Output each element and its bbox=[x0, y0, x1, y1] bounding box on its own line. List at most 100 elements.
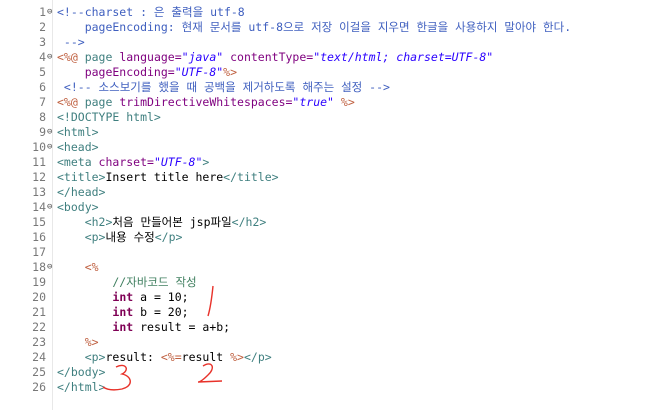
code-line[interactable]: 18 ⊖ <% bbox=[0, 260, 665, 275]
code-token: "true" bbox=[292, 95, 334, 109]
code-token: language= bbox=[119, 50, 182, 64]
code-line[interactable]: 3 --> bbox=[0, 35, 665, 50]
code-line[interactable]: 2 pageEncoding: 현재 문서를 utf-8으로 저장 이걸을 지우… bbox=[0, 20, 665, 35]
code-line[interactable]: 12 <title>Insert title here</title> bbox=[0, 170, 665, 185]
code-line[interactable]: 1 ⊖ <!--charset : 은 출력을 utf-8 bbox=[0, 5, 665, 20]
fold-toggle-icon[interactable]: ⊖ bbox=[47, 50, 55, 65]
code-line[interactable]: 20 int a = 10; bbox=[0, 290, 665, 305]
code-text[interactable]: <p>result: <%=result %></p> bbox=[57, 350, 272, 365]
fold-toggle-icon[interactable]: ⊖ bbox=[47, 125, 55, 140]
code-text[interactable]: <title>Insert title here</title> bbox=[57, 170, 279, 185]
code-token: </title> bbox=[223, 170, 279, 184]
code-line[interactable]: 22 int result = a+b; bbox=[0, 320, 665, 335]
code-token: 내용 수정 bbox=[105, 230, 155, 244]
code-token: "java" bbox=[181, 50, 224, 64]
code-text[interactable]: <h2>처음 만들어본 jsp파일</h2> bbox=[57, 215, 267, 230]
code-token: charset= bbox=[98, 155, 154, 169]
code-token: --> bbox=[57, 35, 85, 49]
code-text[interactable]: <%@ page language="java" contentType="te… bbox=[57, 50, 493, 65]
code-line[interactable]: 10 ⊖ <head> bbox=[0, 140, 665, 155]
code-text[interactable]: <!--charset : 은 출력을 utf-8 bbox=[57, 5, 245, 20]
code-token: //자바코드 작성 bbox=[57, 275, 197, 289]
code-line[interactable]: 23 %> bbox=[0, 335, 665, 350]
line-number: 22 bbox=[32, 320, 46, 334]
code-token: 처음 만들어본 jsp파일 bbox=[112, 215, 232, 229]
line-number: 5 bbox=[39, 65, 46, 79]
code-token: contentType= bbox=[223, 50, 314, 64]
code-text[interactable]: <p>내용 수정</p> bbox=[57, 230, 183, 245]
code-token: <head> bbox=[57, 140, 99, 154]
code-token: <!DOCTYPE html> bbox=[57, 110, 161, 124]
code-token: </p> bbox=[154, 230, 183, 244]
code-line[interactable]: 5 pageEncoding="UTF-8"%> bbox=[0, 65, 665, 80]
code-token: page bbox=[77, 50, 120, 64]
code-token: int bbox=[112, 320, 134, 334]
code-text[interactable]: <%@ page trimDirectiveWhitespaces="true"… bbox=[57, 95, 355, 110]
line-number: 2 bbox=[39, 20, 46, 34]
code-line[interactable]: 26 </html> bbox=[0, 380, 665, 395]
code-line[interactable]: 14 ⊖ <body> bbox=[0, 200, 665, 215]
code-editor[interactable]: 1 ⊖ <!--charset : 은 출력을 utf-8 2 pageEncodin… bbox=[0, 0, 665, 410]
fold-toggle-icon[interactable]: ⊖ bbox=[47, 200, 55, 215]
line-number: 26 bbox=[32, 380, 46, 394]
code-text[interactable]: %> bbox=[57, 335, 99, 350]
code-token: </head> bbox=[57, 185, 106, 199]
code-text[interactable]: </html> bbox=[57, 380, 105, 395]
code-text[interactable]: <!DOCTYPE html> bbox=[57, 110, 161, 125]
code-text[interactable]: //자바코드 작성 bbox=[57, 275, 197, 290]
code-text[interactable]: int result = a+b; bbox=[57, 320, 230, 335]
code-text[interactable]: pageEncoding="UTF-8"%> bbox=[57, 65, 237, 80]
code-text[interactable]: <meta charset="UTF-8"> bbox=[57, 155, 209, 170]
code-line[interactable]: 7 <%@ page trimDirectiveWhitespaces="true… bbox=[0, 95, 665, 110]
code-line[interactable]: 8 <!DOCTYPE html> bbox=[0, 110, 665, 125]
code-line[interactable]: 11 <meta charset="UTF-8"> bbox=[0, 155, 665, 170]
code-token: <html> bbox=[57, 125, 99, 139]
code-text[interactable]: <!-- 소스보기를 했을 때 공백을 제거하도록 해주는 설정 --> bbox=[57, 80, 390, 95]
code-token: result bbox=[181, 350, 231, 364]
code-token: a = 10; bbox=[133, 290, 189, 304]
code-text[interactable]: int a = 10; bbox=[57, 290, 189, 305]
code-line[interactable]: 17 bbox=[0, 245, 665, 260]
code-token: %> bbox=[223, 65, 238, 79]
line-number: 18 bbox=[32, 260, 46, 274]
code-line[interactable]: 25 </body> bbox=[0, 365, 665, 380]
code-text[interactable]: --> bbox=[57, 35, 85, 50]
code-line[interactable]: 24 <p>result: <%=result %></p> bbox=[0, 350, 665, 365]
code-token: <%@ bbox=[57, 50, 78, 64]
code-text[interactable]: <html> bbox=[57, 125, 99, 140]
code-line[interactable]: 13 </head> bbox=[0, 185, 665, 200]
code-text[interactable]: int b = 20; bbox=[57, 305, 188, 320]
code-line[interactable]: 6 <!-- 소스보기를 했을 때 공백을 제거하도록 해주는 설정 --> bbox=[0, 80, 665, 95]
code-line[interactable]: 21 int b = 20; bbox=[0, 305, 665, 320]
code-line[interactable]: 16 <p>내용 수정</p> bbox=[0, 230, 665, 245]
fold-toggle-icon[interactable]: ⊖ bbox=[47, 260, 55, 275]
line-number: 11 bbox=[32, 155, 46, 169]
code-text[interactable]: </body> bbox=[57, 365, 105, 380]
code-token: %> bbox=[230, 350, 244, 364]
code-text[interactable]: <body> bbox=[57, 200, 99, 215]
code-token: <p> bbox=[84, 230, 106, 244]
fold-toggle-icon[interactable]: ⊖ bbox=[47, 5, 55, 20]
code-line[interactable]: 9 ⊖ <html> bbox=[0, 125, 665, 140]
code-token: <% bbox=[84, 260, 99, 274]
code-token: <!-- 소스보기를 했을 때 공백을 제거하도록 해주는 설정 --> bbox=[57, 80, 390, 94]
line-number: 13 bbox=[32, 185, 46, 199]
code-line[interactable]: 4 ⊖ <%@ page language="java" contentType="… bbox=[0, 50, 665, 65]
line-number: 24 bbox=[32, 350, 46, 364]
code-line[interactable]: 19 //자바코드 작성 bbox=[0, 275, 665, 290]
fold-toggle-icon[interactable]: ⊖ bbox=[47, 140, 55, 155]
code-token: int bbox=[112, 290, 134, 304]
code-line[interactable]: 15 <h2>처음 만들어본 jsp파일</h2> bbox=[0, 215, 665, 230]
code-token: <%= bbox=[160, 350, 182, 364]
code-token: Insert title here bbox=[105, 170, 224, 184]
code-text[interactable]: </head> bbox=[57, 185, 105, 200]
code-text[interactable]: <head> bbox=[57, 140, 99, 155]
code-text[interactable]: pageEncoding: 현재 문서를 utf-8으로 저장 이걸을 지우면 … bbox=[57, 20, 571, 35]
line-number: 8 bbox=[39, 110, 46, 124]
code-text[interactable]: <% bbox=[57, 260, 99, 275]
line-number: 3 bbox=[39, 35, 46, 49]
